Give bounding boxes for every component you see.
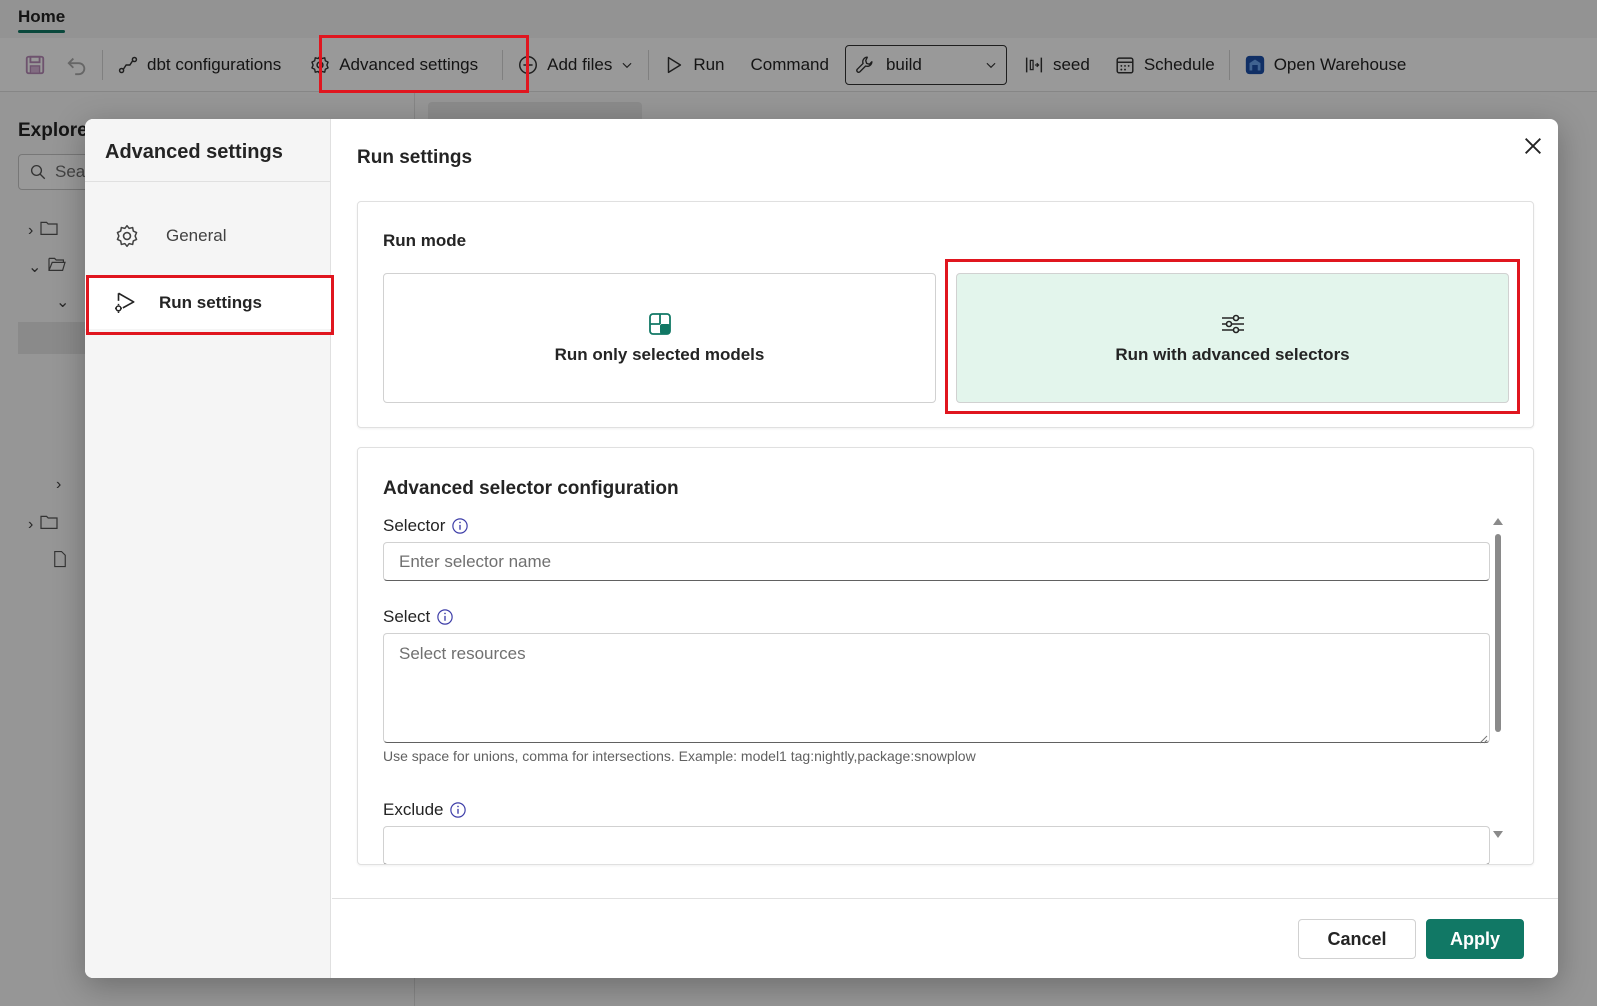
selector-label-text: Selector bbox=[383, 516, 446, 535]
dialog-sidebar-title: Advanced settings bbox=[105, 141, 283, 163]
resize-grip-icon[interactable] bbox=[1478, 731, 1488, 744]
dialog-sidebar: Advanced settings General Run settings bbox=[85, 119, 331, 978]
dialog-title: Run settings bbox=[357, 147, 473, 168]
select-field-label: Select bbox=[383, 607, 454, 627]
run-selected-models-option[interactable]: Run only selected models bbox=[383, 273, 936, 403]
scroll-up-arrow[interactable] bbox=[1493, 518, 1503, 525]
exclude-label-text: Exclude bbox=[383, 800, 444, 819]
close-button[interactable] bbox=[1520, 133, 1546, 159]
select-hint: Use space for unions, comma for intersec… bbox=[383, 748, 976, 764]
advanced-selector-card: Advanced selector configuration Selector… bbox=[357, 447, 1534, 865]
select-label-text: Select bbox=[383, 607, 431, 626]
advanced-selector-title: Advanced selector configuration bbox=[383, 478, 679, 499]
nav-item-general[interactable]: General bbox=[85, 210, 331, 262]
selector-input[interactable] bbox=[383, 542, 1490, 581]
info-icon[interactable] bbox=[451, 517, 469, 535]
info-icon[interactable] bbox=[436, 608, 454, 626]
highlight-run-settings-nav bbox=[86, 275, 334, 335]
select-textarea[interactable] bbox=[383, 633, 1490, 743]
sidebar-divider bbox=[85, 181, 330, 182]
advanced-settings-dialog: Advanced settings General Run settings R… bbox=[85, 119, 1558, 978]
dialog-footer: Cancel Apply bbox=[332, 898, 1558, 978]
run-mode-label: Run mode bbox=[383, 231, 467, 250]
selected-models-icon bbox=[647, 311, 673, 337]
close-icon bbox=[1522, 135, 1544, 157]
apply-button[interactable]: Apply bbox=[1426, 919, 1524, 959]
card-scrollbar[interactable] bbox=[1492, 518, 1504, 838]
exclude-input[interactable] bbox=[383, 826, 1490, 864]
cancel-button[interactable]: Cancel bbox=[1298, 919, 1416, 959]
info-icon[interactable] bbox=[449, 801, 467, 819]
scroll-thumb[interactable] bbox=[1495, 534, 1501, 732]
scroll-down-arrow[interactable] bbox=[1493, 831, 1503, 838]
exclude-field-label: Exclude bbox=[383, 800, 467, 820]
highlight-advanced-settings bbox=[319, 35, 529, 93]
dialog-main: Run settings Run mode Run only selected … bbox=[332, 119, 1558, 978]
nav-item-label: General bbox=[166, 226, 227, 245]
selector-field-label: Selector bbox=[383, 516, 469, 536]
highlight-advanced-selectors-option bbox=[945, 259, 1520, 414]
mode-option-label: Run only selected models bbox=[554, 345, 765, 364]
gear-icon bbox=[113, 222, 141, 250]
